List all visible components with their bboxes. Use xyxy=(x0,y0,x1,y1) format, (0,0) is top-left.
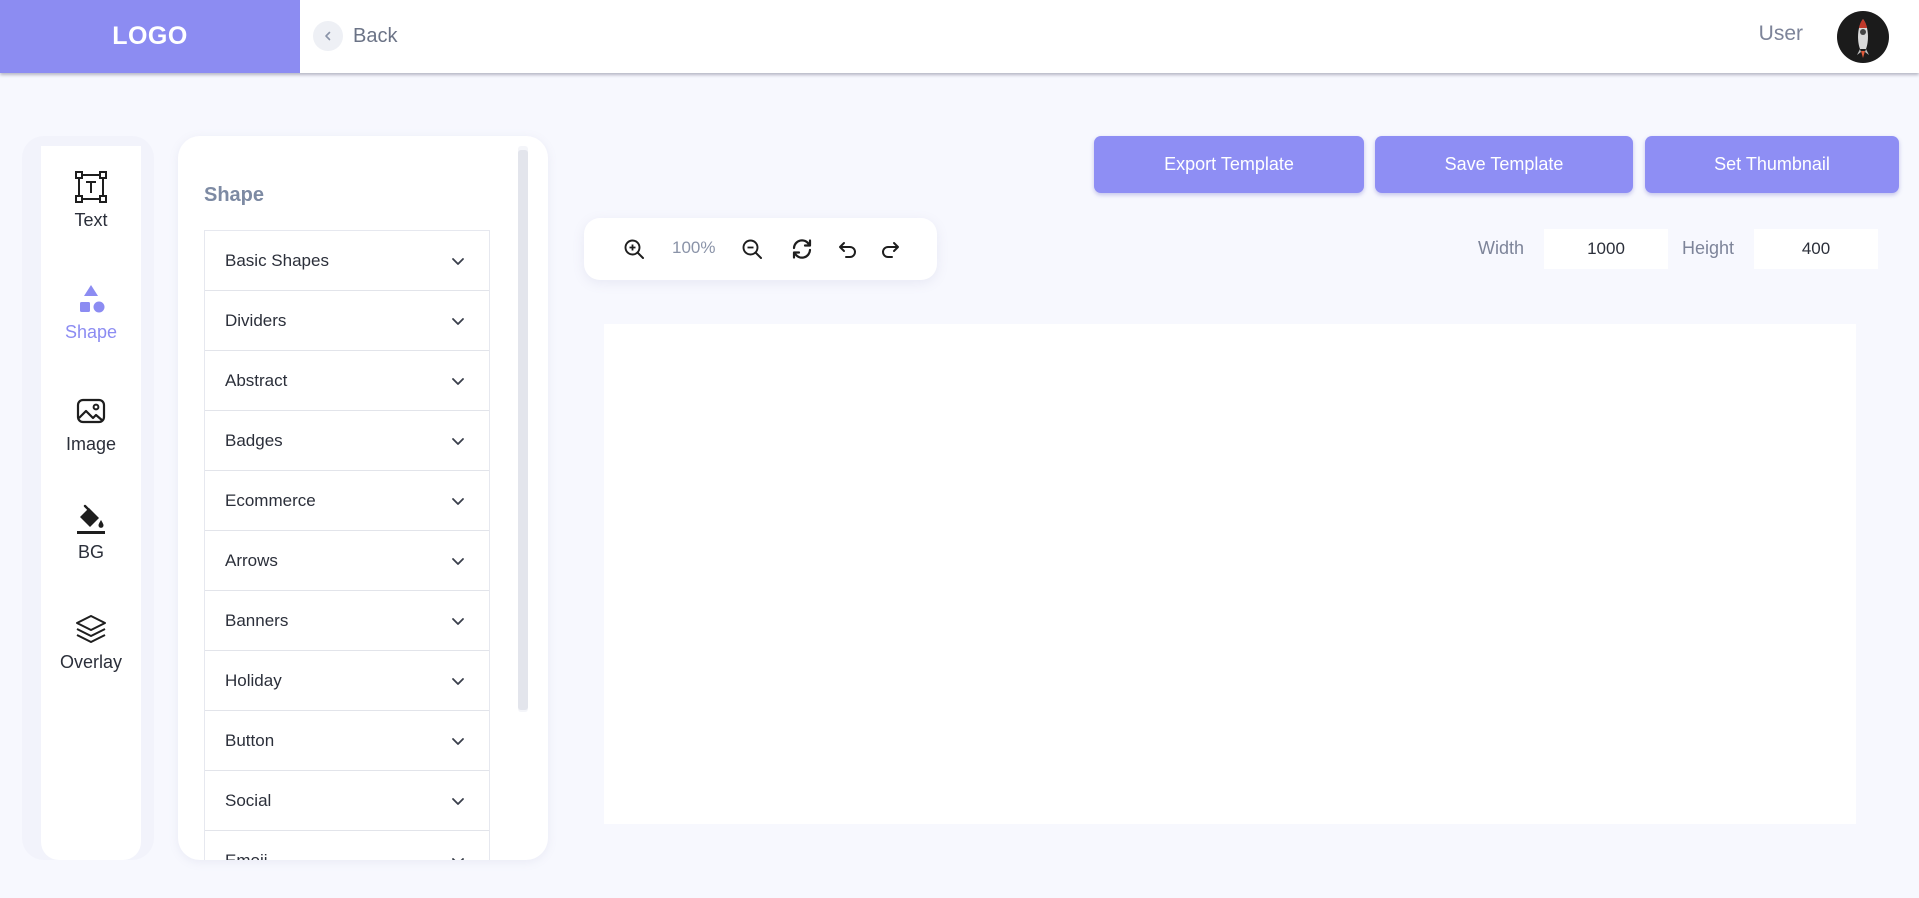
chevron-down-icon xyxy=(452,617,464,625)
rail-item-label: BG xyxy=(77,542,104,562)
rail-item-label: Text xyxy=(74,210,108,230)
rail-item-bg[interactable]: BG xyxy=(41,502,141,563)
image-icon xyxy=(76,398,106,424)
accordion-item-arrows[interactable]: Arrows xyxy=(205,531,489,591)
redo-icon[interactable] xyxy=(878,237,902,261)
chevron-down-icon xyxy=(452,677,464,685)
zoom-out-icon[interactable] xyxy=(740,237,764,261)
zoom-toolbar: 100% xyxy=(584,218,937,280)
zoom-level: 100% xyxy=(672,238,716,257)
accordion-item-holiday[interactable]: Holiday xyxy=(205,651,489,711)
layers-icon xyxy=(76,615,106,643)
save-template-button[interactable]: Save Template xyxy=(1375,136,1633,193)
rocket-avatar-icon xyxy=(1857,19,1869,58)
accordion-item-abstract[interactable]: Abstract xyxy=(205,351,489,411)
accordion-label: Social xyxy=(225,790,272,810)
design-canvas[interactable] xyxy=(604,324,1856,824)
accordion-label: Basic Shapes xyxy=(225,250,329,270)
accordion-label: Banners xyxy=(225,610,289,630)
chevron-down-icon xyxy=(452,257,464,265)
accordion-label: Emoji xyxy=(225,850,268,861)
chevron-down-icon xyxy=(452,317,464,325)
chevron-down-icon xyxy=(452,557,464,565)
width-input[interactable] xyxy=(1544,229,1668,269)
accordion-label: Dividers xyxy=(225,310,287,330)
accordion-label: Badges xyxy=(225,430,283,450)
accordion-label: Arrows xyxy=(225,550,278,570)
rail-item-label: Overlay xyxy=(59,652,122,672)
accordion-item-basic-shapes[interactable]: Basic Shapes xyxy=(205,231,489,291)
chevron-down-icon xyxy=(452,377,464,385)
text-box-icon xyxy=(75,171,107,203)
panel-title: Shape xyxy=(204,184,265,206)
logo-text: LOGO xyxy=(112,22,188,50)
undo-icon[interactable] xyxy=(836,237,860,261)
rail-item-text[interactable]: Text xyxy=(41,170,141,231)
export-template-button[interactable]: Export Template xyxy=(1094,136,1364,193)
accordion-item-banners[interactable]: Banners xyxy=(205,591,489,651)
avatar[interactable] xyxy=(1837,11,1889,63)
zoom-in-icon[interactable] xyxy=(622,237,646,261)
rail-item-overlay[interactable]: Overlay xyxy=(41,612,141,673)
top-bar: LOGO Back User xyxy=(0,0,1919,73)
chevron-down-icon xyxy=(452,437,464,445)
rail-item-label: Image xyxy=(65,434,117,454)
width-label: Width xyxy=(1478,238,1525,258)
chevron-down-icon xyxy=(452,497,464,505)
panel-scrollbar-thumb[interactable] xyxy=(518,150,528,710)
tool-rail: Text Shape Image BG Overlay xyxy=(41,146,141,860)
accordion-label: Holiday xyxy=(225,670,282,690)
rail-item-image[interactable]: Image xyxy=(41,394,141,455)
chevron-down-icon xyxy=(452,857,464,860)
paint-bucket-icon xyxy=(77,504,105,534)
accordion-item-button[interactable]: Button xyxy=(205,711,489,771)
accordion-item-social[interactable]: Social xyxy=(205,771,489,831)
rail-item-shape[interactable]: Shape xyxy=(41,282,141,343)
rail-item-label: Shape xyxy=(64,322,118,342)
height-label: Height xyxy=(1682,238,1735,258)
accordion-item-dividers[interactable]: Dividers xyxy=(205,291,489,351)
set-thumbnail-button[interactable]: Set Thumbnail xyxy=(1645,136,1899,193)
accordion-item-badges[interactable]: Badges xyxy=(205,411,489,471)
user-name[interactable]: User xyxy=(1759,22,1803,46)
accordion-label: Button xyxy=(225,730,275,750)
back-label: Back xyxy=(353,24,398,47)
height-input[interactable] xyxy=(1754,229,1878,269)
back-button[interactable]: Back xyxy=(313,20,397,52)
logo[interactable]: LOGO xyxy=(0,0,300,73)
accordion-label: Abstract xyxy=(225,370,288,390)
chevron-down-icon xyxy=(452,737,464,745)
chevron-down-icon xyxy=(452,797,464,805)
accordion-item-ecommerce[interactable]: Ecommerce xyxy=(205,471,489,531)
accordion-item-emoji[interactable]: Emoji xyxy=(205,831,489,860)
refresh-icon[interactable] xyxy=(790,237,814,261)
chevron-left-icon xyxy=(313,21,343,51)
accordion-label: Ecommerce xyxy=(225,490,316,510)
shape-panel: Shape Basic Shapes Dividers Abstract Bad… xyxy=(178,146,528,860)
shapes-icon xyxy=(80,285,105,313)
shape-category-list: Basic Shapes Dividers Abstract Badges Ec… xyxy=(204,230,490,860)
